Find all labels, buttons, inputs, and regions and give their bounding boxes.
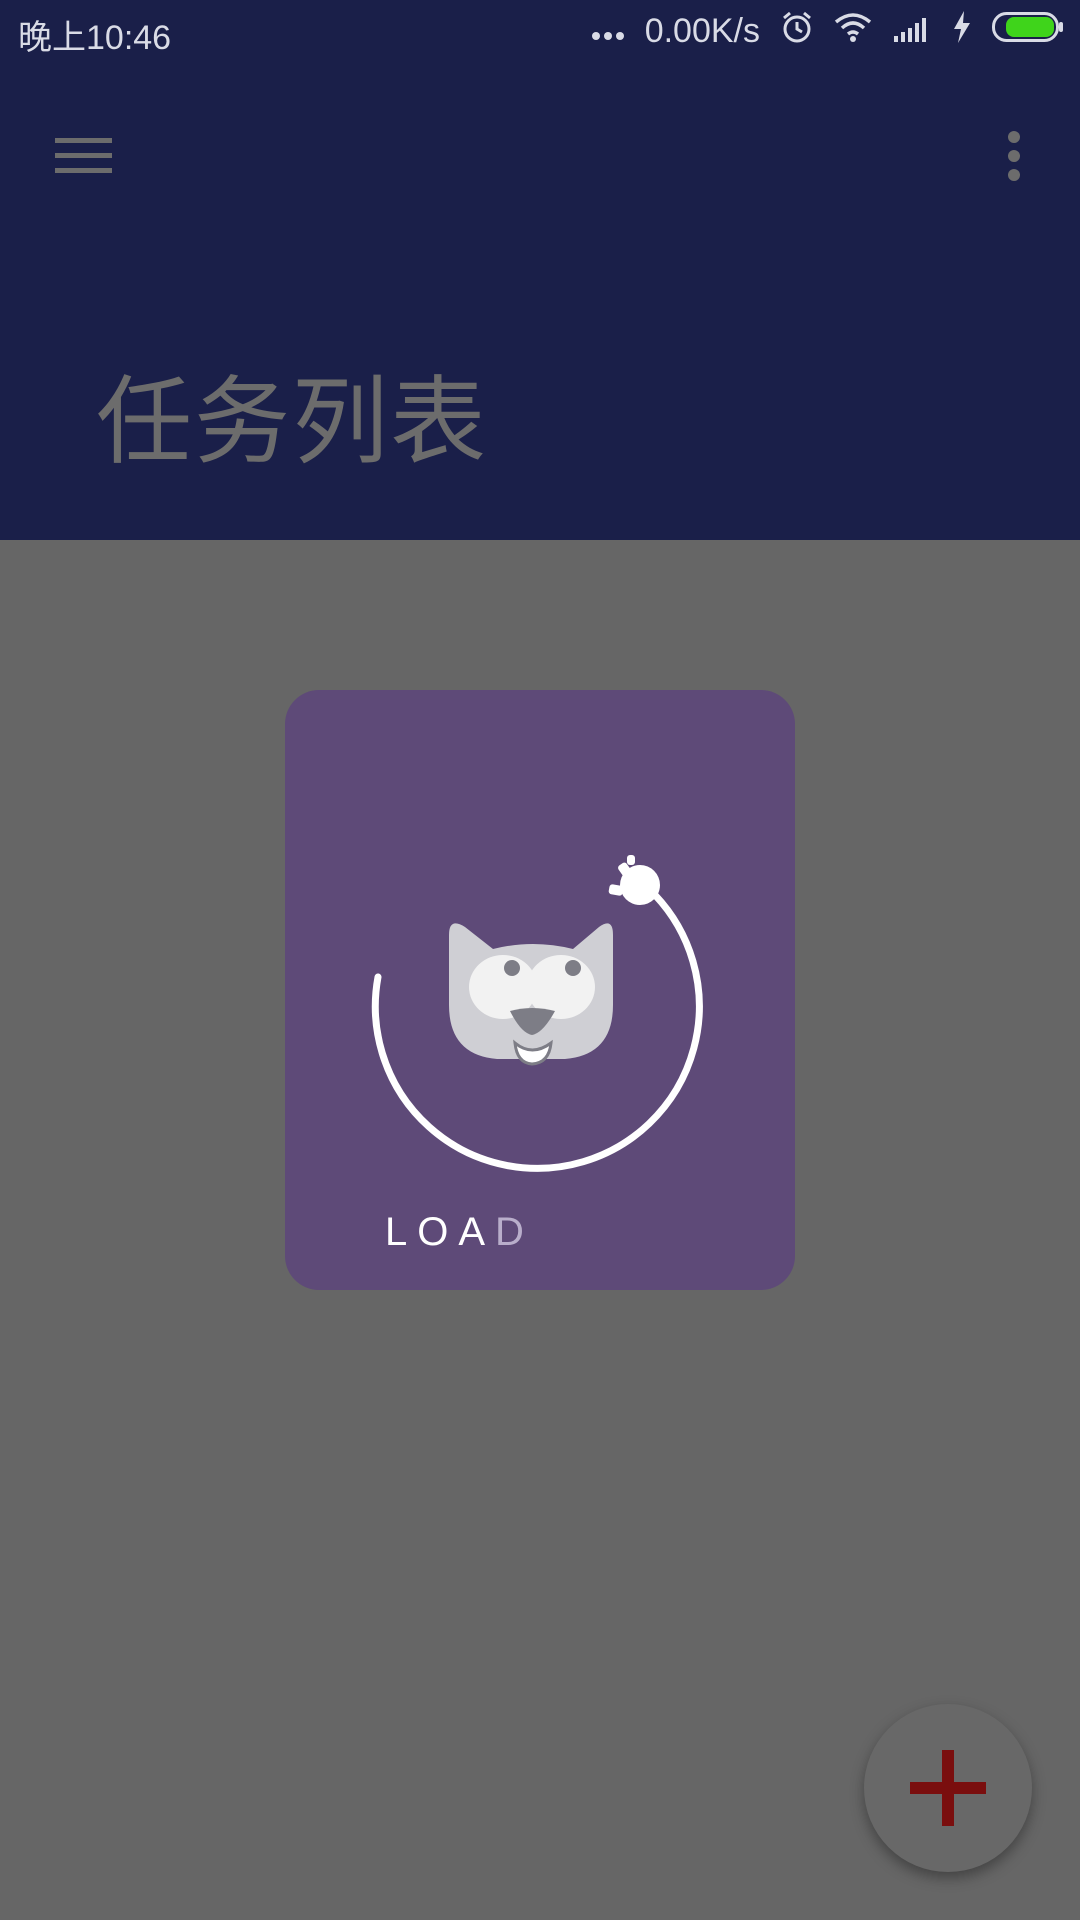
status-icons: 0.00K/s [591,8,1064,54]
alarm-icon [780,10,814,53]
loading-dialog: LOAD [285,690,795,1290]
overflow-menu-icon[interactable] [990,112,1038,202]
charging-icon [952,10,972,52]
network-speed: 0.00K/s [644,11,760,50]
loading-label: LOAD [385,1210,534,1255]
page-title: 任务列表 [96,366,488,478]
hamburger-menu-icon[interactable] [40,116,126,196]
loading-label-prefix: LOA [385,1210,496,1254]
signal-icon [892,12,932,51]
battery-icon [992,11,1064,51]
cat-face-icon [365,835,715,1175]
wifi-icon [834,12,872,51]
loading-label-suffix: D [495,1210,534,1254]
plug-icon [608,855,660,905]
more-dots-icon [591,12,625,51]
app-bar: 任务列表 [0,62,1080,540]
status-time: 晚上10:46 [18,19,172,57]
add-task-button[interactable] [864,1704,1032,1872]
plus-icon [910,1750,986,1826]
status-bar: 晚上10:46 0.00K/s [0,0,1080,62]
